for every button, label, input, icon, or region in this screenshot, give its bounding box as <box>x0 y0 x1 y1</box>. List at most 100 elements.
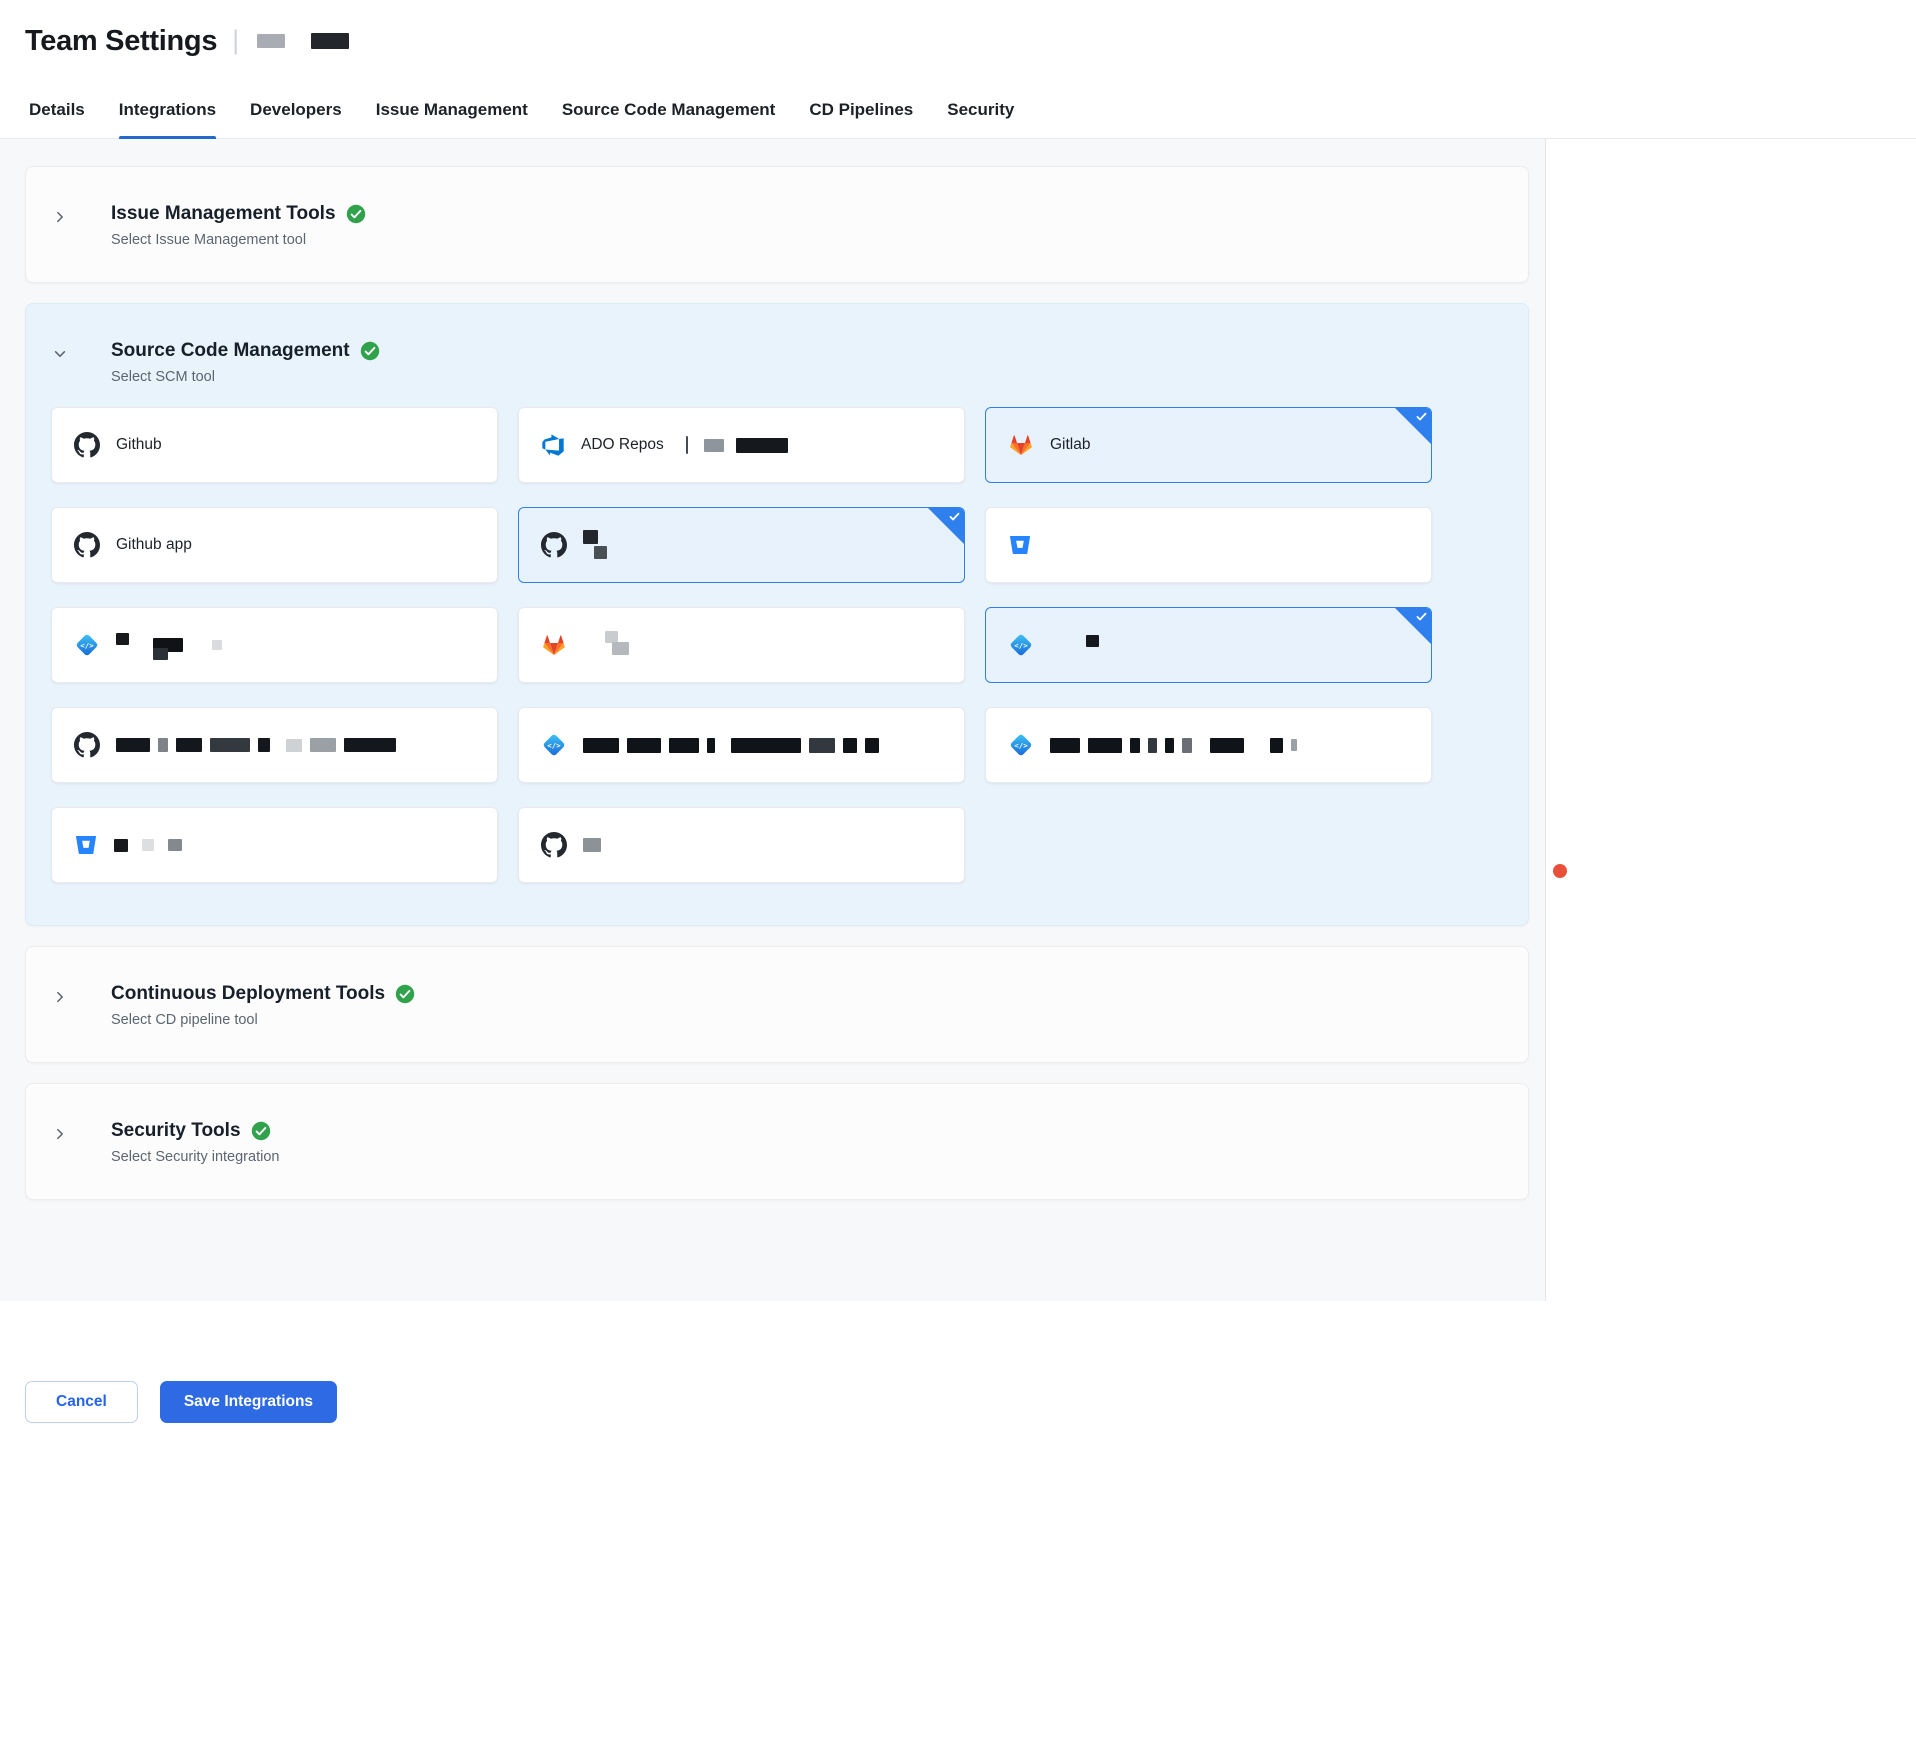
tab-integrations[interactable]: Integrations <box>119 82 216 138</box>
section-subtitle: Select SCM tool <box>111 369 380 385</box>
redacted-block <box>142 839 154 851</box>
redacted-text <box>583 838 601 852</box>
redacted-text <box>116 738 396 752</box>
card-label: Github <box>116 436 162 454</box>
section-cd: Continuous Deployment ToolsSelect CD pip… <box>25 946 1529 1063</box>
redacted-block <box>736 438 788 453</box>
scm-card-5-bitbucket[interactable] <box>985 507 1432 583</box>
gitlab-icon <box>1008 432 1034 458</box>
scm-card-10-code-diamond[interactable]: </> <box>518 707 965 783</box>
check-icon <box>948 510 961 523</box>
scm-card-ado-repos[interactable]: ADO Repos <box>518 407 965 483</box>
tab-cd-pipelines[interactable]: CD Pipelines <box>809 82 913 138</box>
redacted-text <box>680 436 788 454</box>
redacted-block <box>809 738 835 753</box>
card-label: Gitlab <box>1050 436 1091 454</box>
tab-source-code-management[interactable]: Source Code Management <box>562 82 776 138</box>
redacted-block <box>153 648 168 660</box>
cancel-button[interactable]: Cancel <box>25 1381 138 1423</box>
redacted-text <box>114 839 182 852</box>
scm-card-grid: Github ADO Repos Gitlab Github app </> </> </>… <box>26 389 1528 925</box>
section-text: Issue Management ToolsSelect Issue Manag… <box>111 203 366 248</box>
header-redacted-text <box>257 33 349 49</box>
redacted-block <box>1050 738 1080 753</box>
scm-card-gitlab[interactable]: Gitlab <box>985 407 1432 483</box>
section-subtitle: Select Security integration <box>111 1149 279 1165</box>
green-check-icon <box>395 984 415 1004</box>
redacted-text <box>583 738 879 753</box>
integrations-panel: Issue Management ToolsSelect Issue Manag… <box>0 139 1546 1301</box>
section-title: Issue Management Tools <box>111 203 336 225</box>
section-header-security[interactable]: Security Tools Select Security integratio… <box>26 1084 1528 1199</box>
redacted-block <box>1182 738 1192 753</box>
scm-card-4-github[interactable] <box>518 507 965 583</box>
redacted-block <box>1130 738 1140 753</box>
redacted-block <box>707 738 715 753</box>
redacted-block <box>594 546 607 559</box>
redacted-text <box>1050 738 1297 753</box>
github-icon <box>541 532 567 558</box>
scm-card-12-bitbucket[interactable] <box>51 807 498 883</box>
redacted-block <box>210 738 250 752</box>
section-title-row: Continuous Deployment Tools <box>111 983 415 1005</box>
scm-card-github[interactable]: Github <box>51 407 498 483</box>
redacted-text <box>583 538 607 552</box>
redacted-block <box>704 439 724 452</box>
redacted-block <box>669 738 699 753</box>
tab-security[interactable]: Security <box>947 82 1014 138</box>
chevron-right-icon[interactable] <box>53 1127 67 1141</box>
green-check-icon <box>346 204 366 224</box>
scm-card-8-code-diamond[interactable]: </> <box>985 607 1432 683</box>
settings-sections: Issue Management ToolsSelect Issue Manag… <box>0 166 1545 1200</box>
tab-issue-management[interactable]: Issue Management <box>376 82 528 138</box>
redacted-block <box>1086 635 1099 647</box>
section-title-row: Security Tools <box>111 1120 279 1142</box>
redacted-block <box>158 738 168 752</box>
section-title-row: Issue Management Tools <box>111 203 366 225</box>
chevron-down-icon[interactable] <box>53 347 67 361</box>
section-header-issue-management[interactable]: Issue Management ToolsSelect Issue Manag… <box>26 167 1528 282</box>
scm-card-11-code-diamond[interactable]: </> <box>985 707 1432 783</box>
green-check-icon <box>360 341 380 361</box>
code-diamond-icon: </> <box>1008 732 1034 758</box>
svg-text:</>: </> <box>1014 741 1028 750</box>
scm-card-github-app[interactable]: Github app <box>51 507 498 583</box>
redacted-block <box>257 34 285 48</box>
redacted-block <box>1210 738 1244 753</box>
chevron-right-icon[interactable] <box>53 210 67 224</box>
scm-card-6-code-diamond[interactable]: </> <box>51 607 498 683</box>
check-icon <box>1415 410 1428 423</box>
redacted-block <box>583 530 598 544</box>
section-scm: Source Code Management Select SCM tool Git… <box>25 303 1529 926</box>
scm-card-13-github[interactable] <box>518 807 965 883</box>
save-integrations-button[interactable]: Save Integrations <box>160 1381 337 1423</box>
section-header-scm[interactable]: Source Code Management Select SCM tool <box>26 304 1528 389</box>
svg-text:</>: </> <box>547 741 561 750</box>
notification-dot <box>1553 864 1567 878</box>
redacted-block <box>311 33 349 49</box>
chevron-right-icon[interactable] <box>53 990 67 1004</box>
redacted-block <box>1165 738 1174 753</box>
card-label: Github app <box>116 536 192 554</box>
page-footer: Cancel Save Integrations <box>0 1301 1916 1423</box>
page-title: Team Settings <box>25 25 217 58</box>
tab-developers[interactable]: Developers <box>250 82 342 138</box>
redacted-block <box>344 738 396 752</box>
section-title: Source Code Management <box>111 340 350 362</box>
azure-devops-icon <box>541 433 565 457</box>
card-label: ADO Repos <box>581 436 664 454</box>
redacted-block <box>843 738 857 753</box>
scm-card-9-github[interactable] <box>51 707 498 783</box>
section-header-cd[interactable]: Continuous Deployment ToolsSelect CD pip… <box>26 947 1528 1062</box>
code-diamond-icon: </> <box>74 632 100 658</box>
section-security: Security Tools Select Security integratio… <box>25 1083 1529 1200</box>
bitbucket-icon <box>1008 533 1032 557</box>
check-icon <box>1415 610 1428 623</box>
svg-text:</>: </> <box>1014 641 1028 650</box>
section-text: Security Tools Select Security integratio… <box>111 1120 279 1165</box>
github-icon <box>74 432 100 458</box>
redacted-block <box>116 738 150 752</box>
scm-card-7-gitlab[interactable] <box>518 607 965 683</box>
tab-details[interactable]: Details <box>29 82 85 138</box>
section-text: Continuous Deployment ToolsSelect CD pip… <box>111 983 415 1028</box>
